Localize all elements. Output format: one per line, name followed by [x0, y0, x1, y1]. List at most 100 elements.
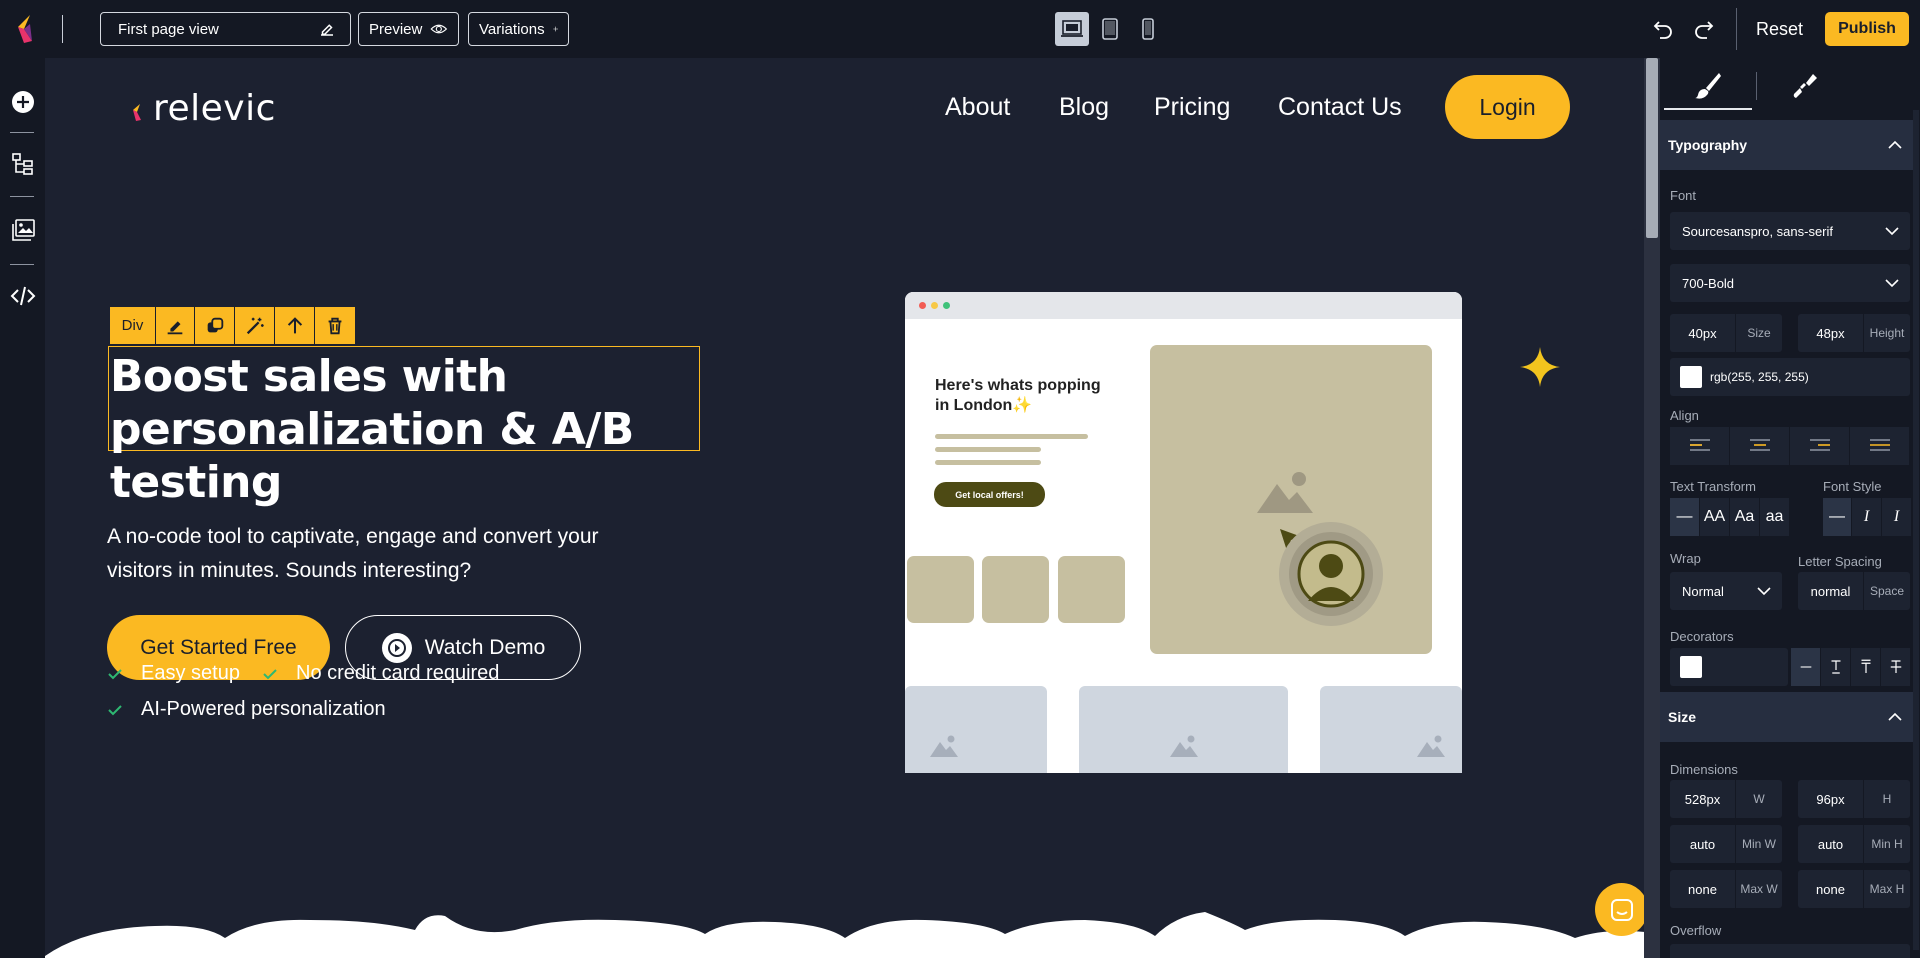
scrollbar-thumb[interactable] [1646, 58, 1658, 238]
font-size-value[interactable]: 40px [1670, 314, 1736, 352]
min-height-value[interactable]: auto [1798, 825, 1864, 863]
line-height-value[interactable]: 48px [1798, 314, 1864, 352]
nav-contact-us[interactable]: Contact Us [1278, 93, 1402, 122]
publish-button[interactable]: Publish [1825, 12, 1909, 46]
app-logo-icon[interactable] [14, 14, 36, 44]
mockup-tile [982, 556, 1049, 623]
transform-capitalize-button[interactable]: Aa [1730, 498, 1759, 536]
hero-subtitle[interactable]: A no-code tool to captivate, engage and … [107, 520, 667, 588]
decoration-none-button[interactable] [1791, 648, 1820, 686]
editor-canvas[interactable]: relevic About Blog Pricing Contact Us Lo… [45, 58, 1645, 958]
font-family-select[interactable]: Sourcesanspro, sans-serif [1670, 212, 1910, 250]
relevic-logo-icon [133, 103, 141, 121]
hero-sub-line2: visitors in minutes. Sounds interesting? [107, 559, 472, 582]
preview-button[interactable]: Preview [358, 12, 459, 46]
select-parent-button[interactable] [275, 307, 315, 344]
site-logo[interactable]: relevic [127, 88, 276, 129]
min-width-field[interactable]: auto Min W [1670, 825, 1782, 863]
canvas-scrollbar[interactable] [1644, 58, 1660, 958]
undo-button[interactable] [1648, 14, 1678, 44]
max-width-value[interactable]: none [1670, 870, 1736, 908]
wrap-select[interactable]: Normal [1670, 572, 1782, 610]
align-left-button[interactable] [1670, 427, 1729, 465]
text-transform-options: — AA Aa aa [1670, 498, 1789, 536]
transform-none-button[interactable]: — [1670, 498, 1699, 536]
panel-scrollbar[interactable] [1913, 110, 1919, 950]
reset-button[interactable]: Reset [1756, 12, 1803, 46]
page-name-input[interactable] [118, 20, 318, 38]
media-button[interactable] [9, 216, 37, 244]
decorators-label: Decorators [1670, 629, 1734, 644]
login-button[interactable]: Login [1445, 75, 1570, 139]
typography-section-header[interactable]: Typography [1660, 120, 1913, 170]
align-center-button[interactable] [1730, 427, 1789, 465]
add-element-button[interactable] [9, 88, 37, 116]
text-color-value: rgb(255, 255, 255) [1710, 370, 1809, 384]
tab-style[interactable] [1664, 62, 1752, 110]
divider [10, 264, 34, 265]
transform-uppercase-button[interactable]: AA [1700, 498, 1729, 536]
height-value[interactable]: 96px [1798, 780, 1864, 818]
align-justify-button[interactable] [1850, 427, 1909, 465]
chat-launcher[interactable] [1595, 883, 1645, 936]
underline-button[interactable] [1821, 648, 1850, 686]
mobile-view-button[interactable] [1131, 12, 1165, 46]
font-style-normal-button[interactable]: — [1823, 498, 1851, 536]
color-swatch[interactable] [1680, 656, 1702, 678]
strikethrough-button[interactable] [1881, 648, 1910, 686]
line-height-unit: Height [1869, 326, 1905, 340]
page-name-field[interactable] [100, 12, 351, 46]
variations-button[interactable]: Variations [468, 12, 569, 46]
max-width-field[interactable]: none Max W [1670, 870, 1782, 908]
overline-button[interactable] [1851, 648, 1880, 686]
align-center-icon [1749, 439, 1770, 451]
width-field[interactable]: 528px W [1670, 780, 1782, 818]
nav-blog[interactable]: Blog [1059, 93, 1109, 122]
code-button[interactable] [9, 282, 37, 310]
width-value[interactable]: 528px [1670, 780, 1736, 818]
divider [1736, 8, 1737, 50]
redo-button[interactable] [1689, 14, 1719, 44]
min-width-value[interactable]: auto [1670, 825, 1736, 863]
nav-about[interactable]: About [945, 93, 1010, 122]
text-color-field[interactable]: rgb(255, 255, 255) [1670, 358, 1910, 396]
letter-spacing-field[interactable]: normal Space [1798, 572, 1910, 610]
max-height-value[interactable]: none [1798, 870, 1864, 908]
feature-label: AI-Powered personalization [141, 698, 386, 720]
hero-title-line1: Boost sales with [110, 351, 508, 402]
nav-pricing[interactable]: Pricing [1154, 93, 1230, 122]
ai-magic-button[interactable] [235, 307, 275, 344]
check-icon [108, 668, 122, 679]
hero-title[interactable]: Boost sales with personalization & A/B t… [108, 346, 700, 508]
color-swatch[interactable] [1680, 366, 1702, 388]
feature-item: Easy setup [107, 662, 240, 685]
overflow-options[interactable] [1670, 944, 1910, 958]
font-style-italic-button[interactable]: I [1852, 498, 1881, 536]
transform-lowercase-button[interactable]: aa [1760, 498, 1789, 536]
font-weight-select[interactable]: 700-Bold [1670, 264, 1910, 302]
duplicate-button[interactable] [195, 307, 235, 344]
pencil-icon[interactable] [318, 20, 336, 38]
size-section-header[interactable]: Size [1660, 692, 1913, 742]
tablet-view-button[interactable] [1093, 12, 1127, 46]
decoration-color-field[interactable] [1670, 648, 1788, 686]
product-mockup: Here's whats popping in London✨ Get loca… [905, 292, 1462, 773]
tab-advanced[interactable] [1762, 62, 1850, 110]
layers-button[interactable] [9, 150, 37, 178]
line-height-field[interactable]: 48px Height [1798, 314, 1910, 352]
align-right-button[interactable] [1790, 427, 1849, 465]
dash-icon [1800, 666, 1811, 668]
image-placeholder-icon [1170, 735, 1198, 757]
font-size-field[interactable]: 40px Size [1670, 314, 1782, 352]
min-height-unit: Min H [1871, 837, 1903, 851]
element-tag-label[interactable]: Div [110, 307, 156, 344]
delete-button[interactable] [315, 307, 355, 344]
height-field[interactable]: 96px H [1798, 780, 1910, 818]
font-style-oblique-button[interactable]: I [1882, 498, 1911, 536]
desktop-view-button[interactable] [1055, 12, 1089, 46]
brush-icon [1695, 73, 1721, 99]
letter-spacing-value[interactable]: normal [1798, 572, 1864, 610]
min-height-field[interactable]: auto Min H [1798, 825, 1910, 863]
max-height-field[interactable]: none Max H [1798, 870, 1910, 908]
edit-style-button[interactable] [156, 307, 195, 344]
